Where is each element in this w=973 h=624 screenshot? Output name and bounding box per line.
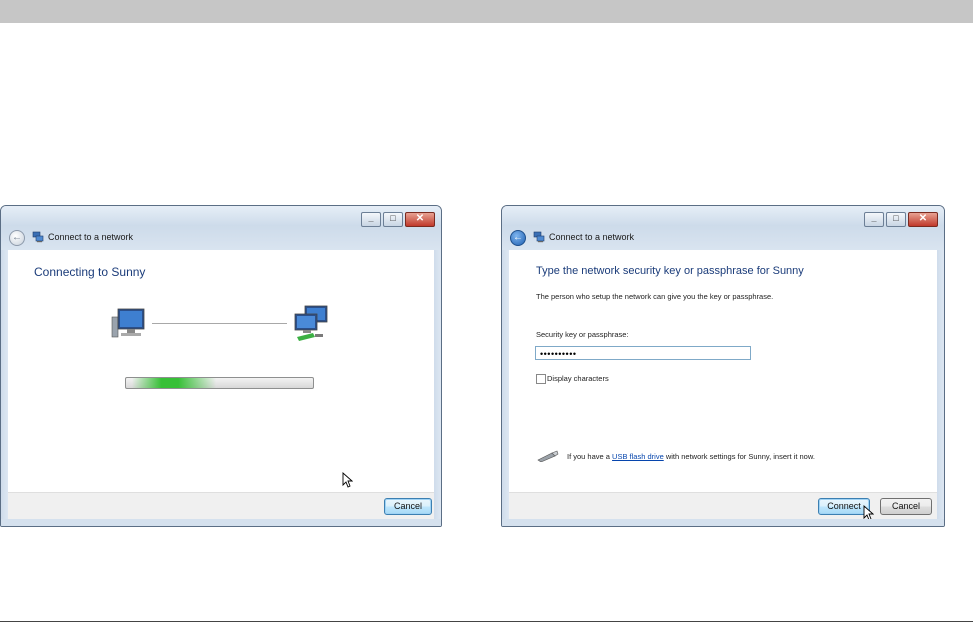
cancel-button[interactable]: Cancel xyxy=(384,498,432,515)
usb-drive-icon xyxy=(537,450,559,462)
window-title: Connect to a network xyxy=(48,232,134,242)
close-icon: ✕ xyxy=(918,213,928,224)
security-key-label: Security key or passphrase: xyxy=(536,330,629,339)
connecting-window: _ □ ✕ ← Connect to a network Connecting … xyxy=(0,205,442,527)
back-arrow-icon: ← xyxy=(12,232,22,243)
network-icon xyxy=(533,231,545,243)
back-button[interactable]: ← xyxy=(510,230,526,246)
maximize-button[interactable]: □ xyxy=(886,212,906,227)
bottom-rule xyxy=(0,621,973,622)
usb-hint-suffix: with network settings for Sunny, insert … xyxy=(665,452,815,461)
progress-bar xyxy=(125,377,314,389)
description-text: The person who setup the network can giv… xyxy=(536,292,774,301)
maximize-icon: □ xyxy=(893,213,899,223)
page-heading: Type the network security key or passphr… xyxy=(536,265,804,277)
top-gray-band xyxy=(0,0,973,23)
close-icon: ✕ xyxy=(415,213,425,224)
dialog-content: Type the network security key or passphr… xyxy=(509,250,937,493)
mouse-cursor-icon xyxy=(342,472,353,488)
usb-hint: If you have a USB flash drive with netwo… xyxy=(567,452,815,461)
progress-fill xyxy=(132,378,217,388)
maximize-icon: □ xyxy=(390,213,396,223)
usb-hint-prefix: If you have a xyxy=(567,452,610,461)
minimize-button[interactable]: _ xyxy=(864,212,884,227)
dialog-footer: Cancel xyxy=(8,492,434,519)
close-button[interactable]: ✕ xyxy=(908,212,938,227)
dialog-content: Connecting to Sunny xyxy=(8,250,434,493)
close-button[interactable]: ✕ xyxy=(405,212,435,227)
connection-line xyxy=(152,323,287,324)
minimize-icon: _ xyxy=(871,213,877,223)
cancel-button[interactable]: Cancel xyxy=(880,498,932,515)
usb-flash-drive-link[interactable]: USB flash drive xyxy=(612,452,664,461)
page-heading: Connecting to Sunny xyxy=(34,265,146,279)
window-controls: _ □ ✕ xyxy=(361,212,435,227)
security-key-window: _ □ ✕ ← Connect to a network Type the ne… xyxy=(501,205,945,527)
security-key-input[interactable]: •••••••••• xyxy=(535,346,751,360)
maximize-button[interactable]: □ xyxy=(383,212,403,227)
network-computers-icon xyxy=(294,305,328,341)
display-characters-label: Display characters xyxy=(547,374,609,383)
network-icon xyxy=(32,231,44,243)
window-title: Connect to a network xyxy=(549,232,635,242)
window-controls: _ □ ✕ xyxy=(864,212,938,227)
minimize-icon: _ xyxy=(368,213,374,223)
display-characters-checkbox[interactable] xyxy=(536,374,546,384)
computer-icon xyxy=(111,308,145,338)
back-button[interactable]: ← xyxy=(9,230,25,246)
dialog-footer: Connect Cancel xyxy=(509,492,937,521)
back-arrow-icon: ← xyxy=(513,232,523,243)
minimize-button[interactable]: _ xyxy=(361,212,381,227)
